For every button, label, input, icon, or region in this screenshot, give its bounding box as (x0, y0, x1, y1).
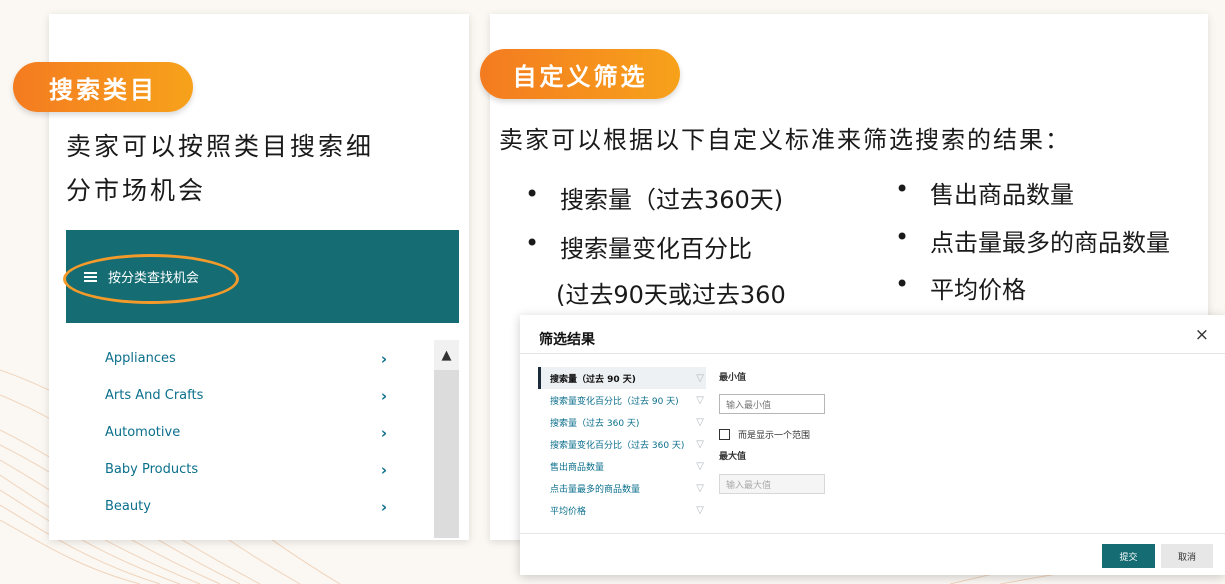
highlight-ellipse (63, 254, 239, 304)
scroll-up-icon[interactable]: ▲ (434, 340, 459, 370)
range-checkbox-label: 而是显示一个范围 (738, 431, 811, 441)
category-item[interactable]: Beauty › (66, 488, 434, 525)
funnel-icon: ▽ (696, 482, 704, 494)
filter-option[interactable]: 售出商品数量 ▽ (538, 455, 706, 477)
category-label: Beauty (105, 499, 151, 514)
dialog-title: 筛选结果 (539, 332, 595, 348)
funnel-icon: ▽ (696, 460, 704, 472)
desc-line-1: 卖家可以按照类目搜索细 (66, 132, 375, 161)
category-list: Appliances › Arts And Crafts › Automotiv… (66, 340, 434, 525)
funnel-icon: ▽ (696, 372, 704, 384)
max-value-input[interactable]: 输入最大值 (719, 474, 825, 494)
filter-option[interactable]: 搜索量变化百分比（过去 360 天) ▽ (538, 433, 706, 455)
bullet-icon: • (895, 270, 910, 298)
filter-results-dialog: 筛选结果 × 搜索量（过去 90 天) ▽ 搜索量变化百分比（过去 90 天) ▽ … (520, 315, 1225, 575)
chevron-right-icon: › (380, 423, 387, 442)
chevron-right-icon: › (380, 460, 387, 479)
custom-filter-tag: 自定义筛选 (480, 49, 680, 99)
funnel-icon: ▽ (696, 416, 704, 428)
category-search-description: 卖家可以按照类目搜索细 分市场机会 (66, 125, 426, 213)
min-value-label: 最小值 (719, 373, 747, 383)
category-item[interactable]: Appliances › (66, 340, 434, 377)
funnel-icon: ▽ (696, 504, 704, 516)
funnel-icon: ▽ (696, 438, 704, 450)
bullet-icon: • (895, 175, 910, 203)
category-label: Appliances (105, 351, 176, 366)
close-icon[interactable]: × (1195, 325, 1209, 345)
category-label: Automotive (105, 425, 181, 440)
category-item[interactable]: Baby Products › (66, 451, 434, 488)
bullet-icon: • (895, 223, 910, 251)
range-checkbox[interactable] (719, 429, 730, 440)
chevron-right-icon: › (380, 497, 387, 516)
filter-option[interactable]: 搜索量变化百分比（过去 90 天) ▽ (538, 389, 706, 411)
max-value-label: 最大值 (719, 452, 747, 462)
divider (520, 353, 1225, 354)
range-checkbox-row[interactable]: 而是显示一个范围 (719, 428, 810, 441)
category-scrollbar[interactable]: ▲ (434, 340, 459, 538)
category-search-tag: 搜索类目 (13, 62, 193, 112)
bullet-icon: • (525, 229, 540, 257)
min-value-input[interactable]: 输入最小值 (719, 394, 825, 414)
chevron-right-icon: › (380, 386, 387, 405)
cancel-button[interactable]: 取消 (1161, 544, 1213, 568)
divider (520, 533, 1225, 534)
bullet-icon: • (525, 180, 540, 208)
submit-button[interactable]: 提交 (1102, 544, 1155, 568)
custom-filter-description: 卖家可以根据以下自定义标准来筛选搜索的结果： (499, 126, 1071, 154)
desc-line-2: 分市场机会 (66, 176, 207, 205)
filter-criteria-menu: 搜索量（过去 90 天) ▽ 搜索量变化百分比（过去 90 天) ▽ 搜索量（过去 … (538, 367, 706, 521)
category-item[interactable]: Arts And Crafts › (66, 377, 434, 414)
funnel-icon: ▽ (696, 394, 704, 406)
category-label: Arts And Crafts (105, 388, 204, 403)
category-item[interactable]: Automotive › (66, 414, 434, 451)
chevron-right-icon: › (380, 349, 387, 368)
category-label: Baby Products (105, 462, 199, 477)
filter-option[interactable]: 点击量最多的商品数量 ▽ (538, 477, 706, 499)
filter-option[interactable]: 平均价格 ▽ (538, 499, 706, 521)
filter-option[interactable]: 搜索量（过去 360 天) ▽ (538, 411, 706, 433)
filter-option[interactable]: 搜索量（过去 90 天) ▽ (538, 367, 706, 389)
